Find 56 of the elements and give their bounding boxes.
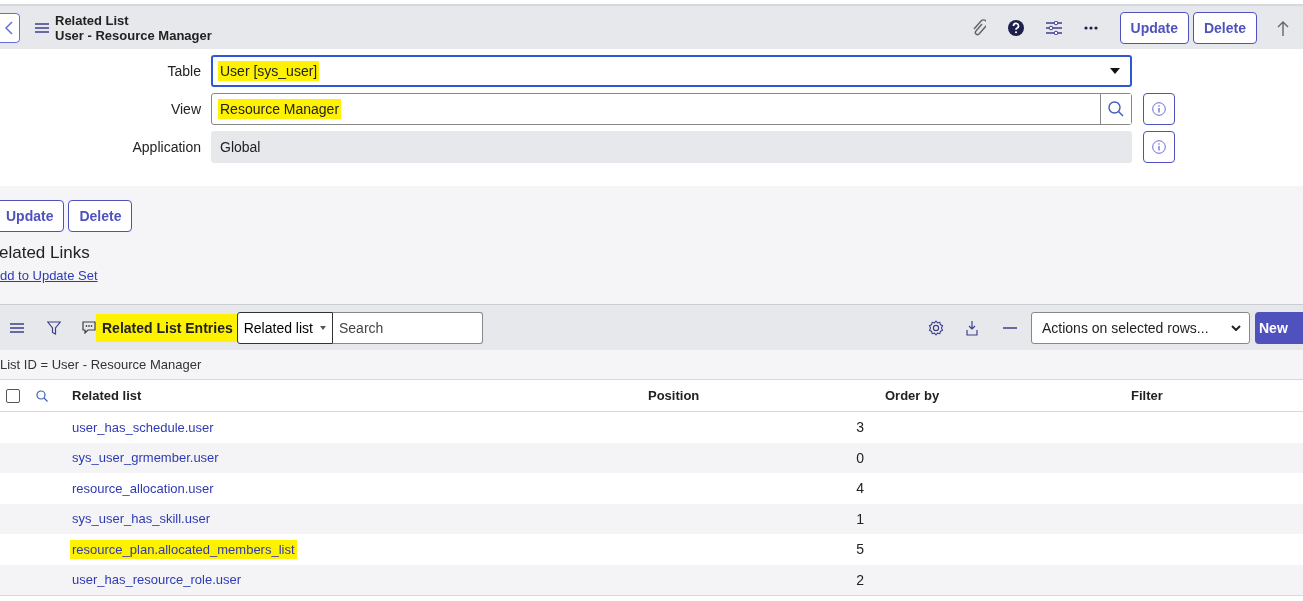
search-field[interactable]: Search <box>332 311 483 344</box>
table-cell-text: 5 <box>856 541 865 558</box>
select-all-checkbox[interactable] <box>6 388 20 403</box>
column-header[interactable]: Position <box>648 388 870 403</box>
related-link[interactable]: dd to Update Set <box>0 268 1303 283</box>
table-cell-text: 0 <box>856 449 865 466</box>
record-link[interactable]: resource_plan.allocated_members_list <box>70 539 297 559</box>
table-cell-text: 3 <box>856 419 865 436</box>
table-cell-text: 2 <box>856 571 865 588</box>
filter-icon[interactable] <box>47 320 61 335</box>
download-icon[interactable] <box>966 319 978 336</box>
delete-button[interactable]: Delete <box>1192 11 1257 44</box>
record-title: User - Resource Manager <box>55 27 212 43</box>
info-icon[interactable] <box>1152 140 1166 154</box>
record-link[interactable]: user_has_schedule.user <box>70 417 216 437</box>
actions-select[interactable]: Actions on selected rows... <box>1031 311 1250 344</box>
chevron-down-icon[interactable] <box>1231 324 1241 331</box>
sliders-icon[interactable] <box>1045 20 1062 35</box>
info-button[interactable] <box>1143 131 1175 163</box>
application-field: Global <box>211 131 1132 163</box>
breadcrumb[interactable]: List ID = User - Resource Manager <box>0 357 202 372</box>
update-button[interactable]: Update <box>0 200 65 232</box>
table-select[interactable]: User [sys_user] <box>211 55 1132 87</box>
column-header[interactable]: Order by <box>870 388 1116 403</box>
list-title: Related List Entries <box>96 313 237 342</box>
help-icon[interactable] <box>1007 19 1024 36</box>
delete-button[interactable]: Delete <box>68 200 133 232</box>
menu-icon[interactable] <box>10 321 24 334</box>
record-link[interactable]: sys_user_grmember.user <box>70 448 221 468</box>
update-button[interactable]: Update <box>1119 11 1189 44</box>
info-button[interactable] <box>1143 93 1175 125</box>
search-column-select[interactable]: Related list <box>236 311 333 344</box>
comment-icon <box>82 321 96 334</box>
column-header[interactable]: Related list <box>72 388 648 403</box>
table-cell-text: 4 <box>856 480 865 497</box>
settings-icon[interactable] <box>928 319 944 336</box>
chevron-left-icon[interactable] <box>5 20 13 35</box>
record-type: Related List <box>55 12 130 28</box>
record-link[interactable]: resource_allocation.user <box>70 478 216 498</box>
back-button[interactable] <box>0 12 20 43</box>
field-label: Application <box>131 139 202 155</box>
more-icon[interactable] <box>1083 25 1098 30</box>
minimize-icon[interactable] <box>1003 326 1017 329</box>
field-label: View <box>169 101 202 117</box>
arrow-up-icon[interactable] <box>1277 19 1289 36</box>
field-label: Table <box>166 63 202 79</box>
table-cell-text: 1 <box>856 510 865 527</box>
column-header[interactable]: Filter <box>1116 388 1303 403</box>
paperclip-icon[interactable] <box>971 18 986 37</box>
search-icon[interactable] <box>36 389 48 402</box>
info-icon[interactable] <box>1152 102 1166 116</box>
menu-icon[interactable] <box>35 21 49 34</box>
section-heading: elated Links <box>0 243 91 263</box>
new-button[interactable]: New <box>1255 311 1303 344</box>
record-link[interactable]: sys_user_has_skill.user <box>70 509 212 529</box>
record-link[interactable]: user_has_resource_role.user <box>70 570 244 590</box>
